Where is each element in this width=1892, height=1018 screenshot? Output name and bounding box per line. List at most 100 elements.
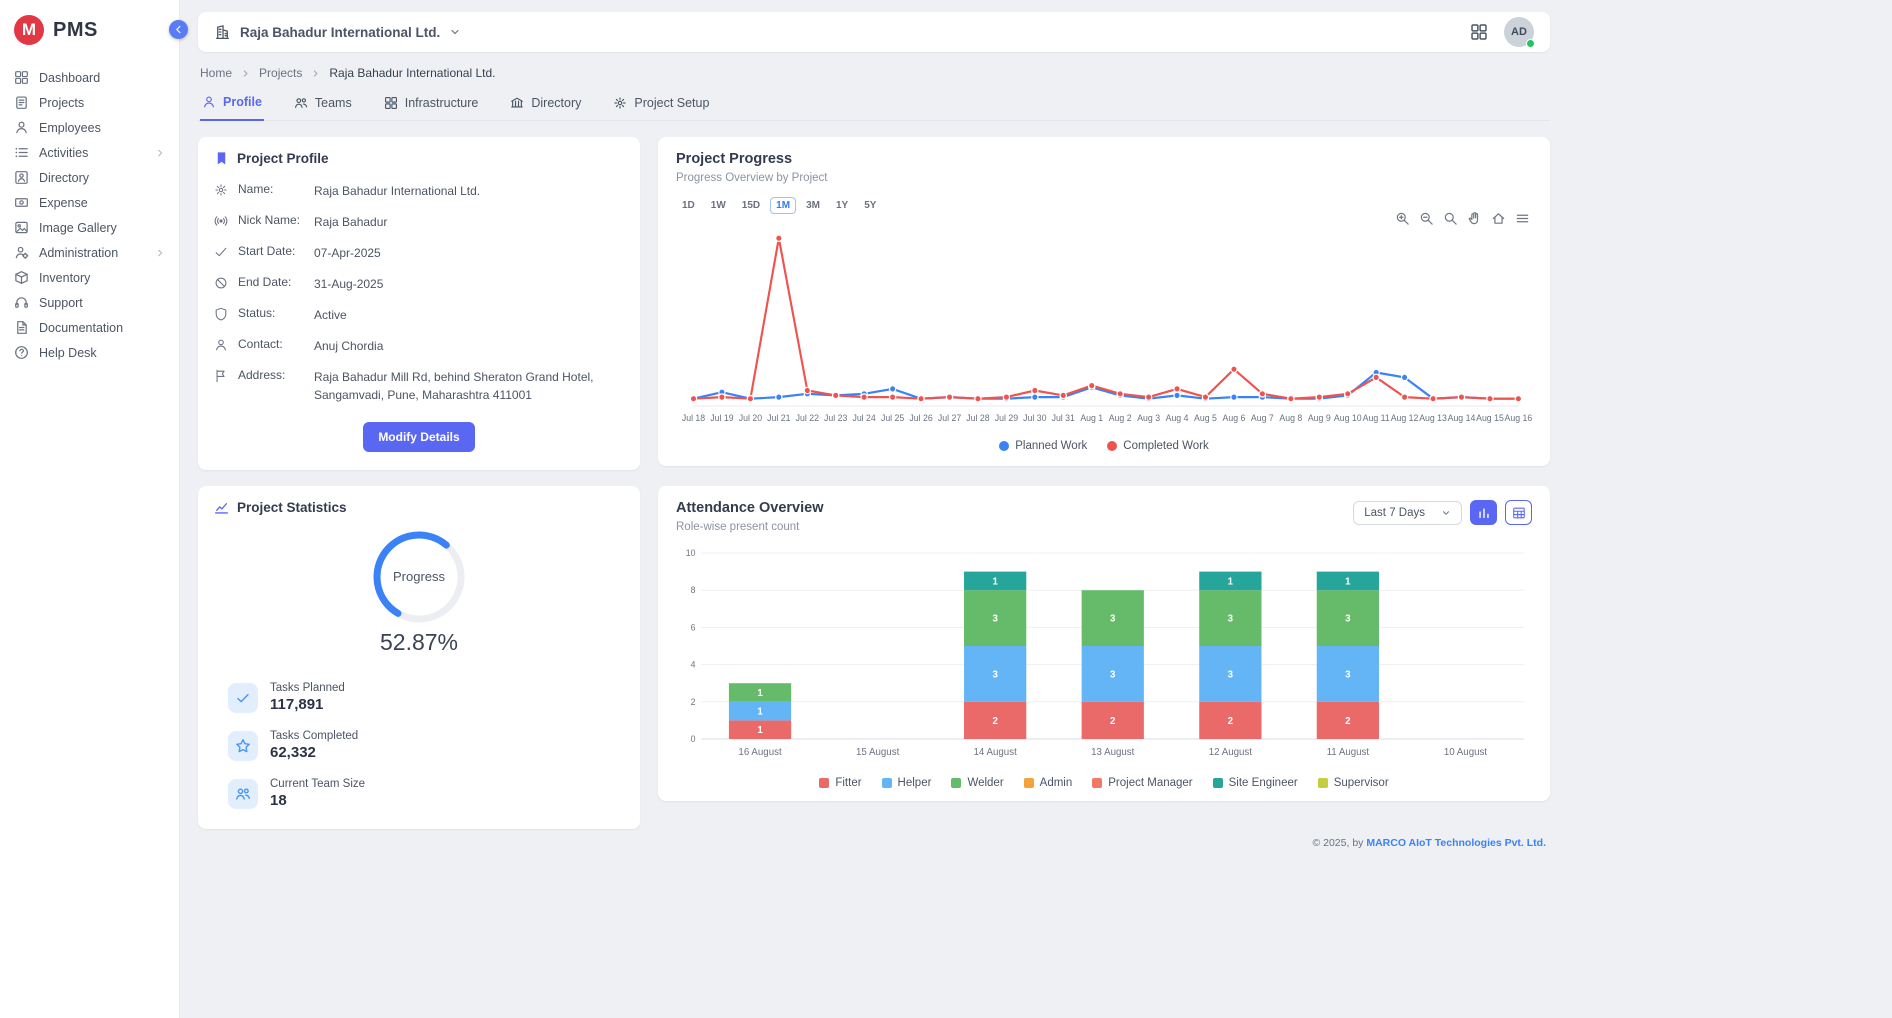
svg-text:11 August: 11 August: [1327, 747, 1370, 758]
legend-site-engineer[interactable]: Site Engineer: [1213, 777, 1298, 789]
svg-text:Jul 25: Jul 25: [881, 413, 904, 423]
legend-helper[interactable]: Helper: [882, 777, 932, 789]
svg-text:3: 3: [1345, 613, 1351, 624]
tab-infrastructure[interactable]: Infrastructure: [382, 92, 481, 120]
sidebar-item-help-desk[interactable]: Help Desk: [0, 340, 179, 365]
range-1w[interactable]: 1W: [705, 197, 732, 214]
card-title-text: Project Statistics: [237, 500, 347, 515]
stat-team-size: Current Team Size 18: [228, 778, 624, 809]
svg-text:Jul 22: Jul 22: [796, 413, 819, 423]
chart-view-toggle[interactable]: [1470, 500, 1497, 525]
help-icon: [14, 345, 29, 360]
svg-text:Jul 30: Jul 30: [1023, 413, 1046, 423]
svg-text:10: 10: [686, 548, 696, 558]
stat-label: Tasks Completed: [270, 730, 358, 742]
tab-directory[interactable]: Directory: [508, 92, 583, 120]
sidebar-item-inventory[interactable]: Inventory: [0, 265, 179, 290]
tab-label: Infrastructure: [405, 96, 479, 110]
sidebar-item-dashboard[interactable]: Dashboard: [0, 65, 179, 90]
sidebar-item-expense[interactable]: Expense: [0, 190, 179, 215]
tab-project-setup[interactable]: Project Setup: [611, 92, 711, 120]
svg-text:3: 3: [1110, 613, 1116, 624]
company-selector[interactable]: Raja Bahadur International Ltd.: [214, 24, 461, 41]
headset-icon: [14, 295, 29, 310]
svg-text:1: 1: [1228, 576, 1234, 587]
sidebar-item-image-gallery[interactable]: Image Gallery: [0, 215, 179, 240]
apps-grid-icon[interactable]: [1470, 23, 1488, 41]
home-icon[interactable]: [1491, 211, 1506, 226]
legend-completed-work[interactable]: Completed Work: [1107, 440, 1208, 452]
svg-text:13 August: 13 August: [1091, 747, 1135, 758]
svg-text:Aug 9: Aug 9: [1308, 413, 1331, 423]
tab-profile[interactable]: Profile: [200, 92, 264, 121]
menu-icon[interactable]: [1515, 211, 1530, 226]
field-value: Raja Bahadur Mill Rd, behind Sheraton Gr…: [314, 368, 614, 404]
svg-text:Jul 28: Jul 28: [966, 413, 989, 423]
sidebar-item-label: Directory: [39, 171, 89, 185]
legend-project-manager[interactable]: Project Manager: [1092, 777, 1192, 789]
line-chart-legend: Planned Work Completed Work: [676, 440, 1532, 456]
sidebar-item-directory[interactable]: Directory: [0, 165, 179, 190]
zoom-selection-icon[interactable]: [1443, 211, 1458, 226]
legend-welder[interactable]: Welder: [951, 777, 1003, 789]
legend-marker: [1092, 778, 1102, 788]
footer: © 2025, by MARCO AIoT Technologies Pvt. …: [198, 837, 1550, 849]
svg-text:Aug 13: Aug 13: [1419, 413, 1447, 423]
sidebar-item-employees[interactable]: Employees: [0, 115, 179, 140]
attendance-controls: Last 7 Days: [1353, 500, 1532, 525]
bar-chart-icon: [1477, 506, 1491, 520]
copyright-text: © 2025, by: [1312, 837, 1366, 849]
field-label: Nick Name:: [238, 213, 304, 227]
tab-label: Profile: [223, 95, 262, 109]
profile-fields: Name: Raja Bahadur International Ltd. Ni…: [214, 182, 624, 404]
stat-label: Tasks Planned: [270, 682, 345, 694]
range-1m[interactable]: 1M: [770, 197, 796, 214]
range-1y[interactable]: 1Y: [830, 197, 854, 214]
legend-planned-work[interactable]: Planned Work: [999, 440, 1087, 452]
pan-icon[interactable]: [1467, 211, 1482, 226]
company-link[interactable]: MARCO AIoT Technologies Pvt. Ltd.: [1366, 837, 1546, 849]
date-range-select[interactable]: Last 7 Days: [1353, 501, 1462, 525]
tab-teams[interactable]: Teams: [292, 92, 354, 120]
breadcrumb-projects[interactable]: Projects: [259, 66, 302, 80]
field-label: Status:: [238, 306, 304, 320]
sidebar-collapse-button[interactable]: [169, 20, 188, 39]
sidebar-item-activities[interactable]: Activities: [0, 140, 179, 165]
people-icon: [235, 786, 251, 802]
sidebar-item-documentation[interactable]: Documentation: [0, 315, 179, 340]
zoom-out-icon[interactable]: [1419, 211, 1434, 226]
chevron-down-icon: [1441, 508, 1451, 518]
logo[interactable]: M PMS: [0, 0, 179, 57]
legend-label: Admin: [1040, 777, 1073, 789]
progress-line-chart[interactable]: Jul 18Jul 19Jul 20Jul 21Jul 22Jul 23Jul …: [676, 218, 1532, 440]
flag-icon: [214, 369, 228, 383]
legend-fitter[interactable]: Fitter: [819, 777, 861, 789]
range-5y[interactable]: 5Y: [858, 197, 882, 214]
grid-icon: [384, 96, 398, 110]
range-15d[interactable]: 15D: [736, 197, 766, 214]
legend-supervisor[interactable]: Supervisor: [1318, 777, 1389, 789]
svg-text:Aug 10: Aug 10: [1334, 413, 1362, 423]
header-actions: AD: [1470, 17, 1534, 47]
legend-admin[interactable]: Admin: [1024, 777, 1073, 789]
legend-marker: [1318, 778, 1328, 788]
legend-marker: [882, 778, 892, 788]
range-3m[interactable]: 3M: [800, 197, 826, 214]
svg-text:3: 3: [1110, 669, 1116, 680]
svg-text:6: 6: [691, 622, 696, 632]
svg-text:Jul 31: Jul 31: [1052, 413, 1075, 423]
sidebar-item-support[interactable]: Support: [0, 290, 179, 315]
sidebar-item-projects[interactable]: Projects: [0, 90, 179, 115]
chevron-right-icon: [241, 69, 250, 78]
sidebar-item-administration[interactable]: Administration: [0, 240, 179, 265]
table-view-toggle[interactable]: [1505, 500, 1532, 525]
svg-text:Jul 20: Jul 20: [739, 413, 762, 423]
range-1d[interactable]: 1D: [676, 197, 701, 214]
breadcrumb-home[interactable]: Home: [200, 66, 232, 80]
avatar[interactable]: AD: [1504, 17, 1534, 47]
svg-text:1: 1: [757, 688, 763, 699]
attendance-bar-chart[interactable]: 024681011116 August15 August233114 Augus…: [676, 539, 1532, 777]
sidebar: M PMS Dashboard Projects Employees Activ…: [0, 0, 180, 1018]
modify-details-button[interactable]: Modify Details: [363, 422, 474, 452]
zoom-in-icon[interactable]: [1395, 211, 1410, 226]
